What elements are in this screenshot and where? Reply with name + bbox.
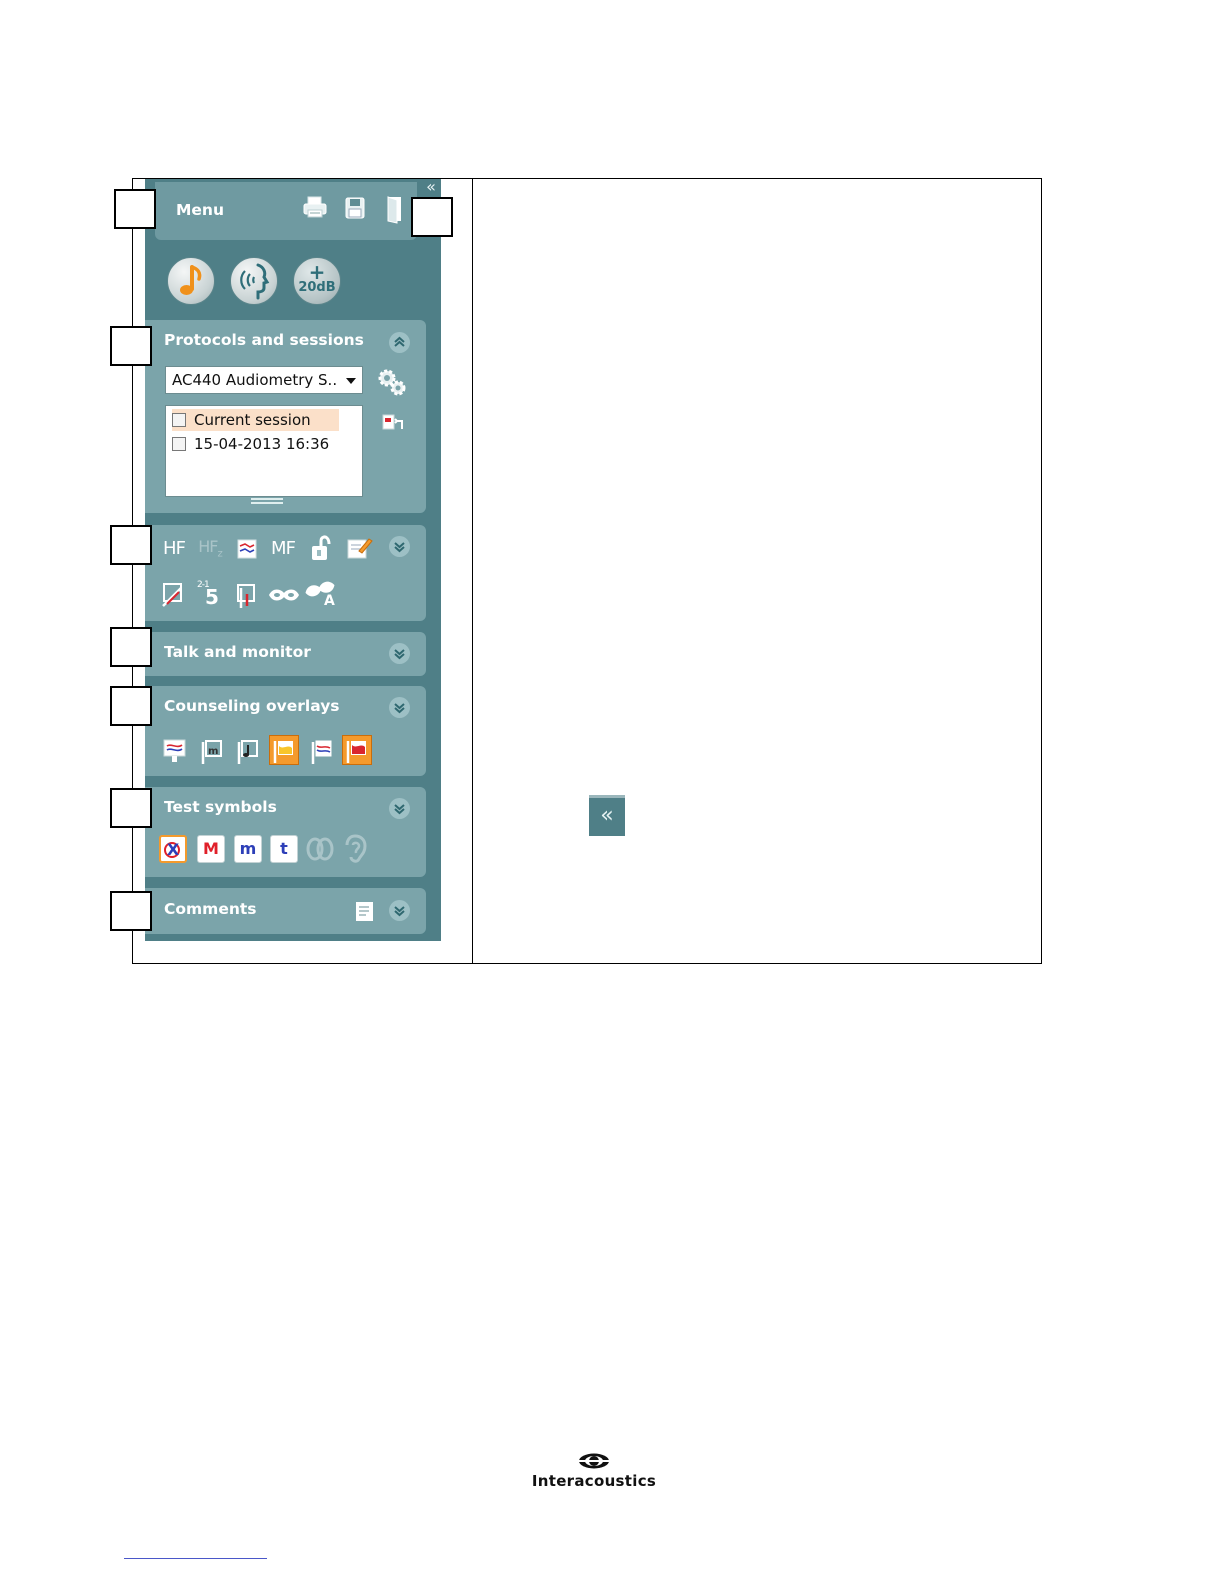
master-hearing-aid-button[interactable] [342,735,372,765]
expand-panel-button[interactable]: « [589,795,625,836]
notes-icon[interactable] [354,900,376,924]
dropdown-arrow-icon [346,378,356,384]
mf-button[interactable]: MF [269,535,297,563]
talk-monitor-expand-chevron[interactable] [389,643,410,664]
talk-monitor-section: Talk and monitor [145,632,426,676]
restore-session-icon[interactable] [381,412,407,434]
chevron-down-icon [394,804,405,815]
stenger-button[interactable]: 2-1 5 [197,579,227,609]
symbol-m-upper-label: M [203,839,219,858]
speaking-head-icon [240,263,270,300]
binaural-ear-icon[interactable] [305,835,335,863]
menu-label[interactable]: Menu [176,201,224,219]
session-row-history[interactable]: 15-04-2013 16:36 [172,433,329,455]
session-checkbox[interactable] [172,413,186,427]
plus-20db-plus: + [308,260,326,284]
tools-expand-chevron[interactable] [389,536,410,557]
hfz-label: HF [198,537,218,556]
symbol-t-label: t [280,839,288,858]
collapse-panel-button[interactable]: « [421,179,441,197]
chevron-down-icon [394,906,405,917]
normal-hearing-overlay-icon[interactable] [307,736,335,766]
callout-box-comments [110,891,152,931]
hearing-loss-simulator-button[interactable] [269,735,299,765]
counseling-title[interactable]: Counseling overlays [164,697,340,715]
gears-settings-icon[interactable] [375,366,409,398]
hf-button[interactable]: HF [160,535,188,563]
hfz-button[interactable]: HFz [196,533,224,561]
overlay-chart-icon [273,741,293,763]
comments-expand-chevron[interactable] [389,900,410,921]
counseling-section: Counseling overlays m [145,686,426,776]
test-symbols-expand-chevron[interactable] [389,798,410,819]
callout-box-test-symbols [110,788,152,828]
printer-icon[interactable] [302,195,328,221]
patient-monitor-icon[interactable] [161,737,189,765]
protocol-dropdown-value: AC440 Audiometry S.. [172,371,338,389]
svg-text:m: m [208,746,218,757]
callout-box-exit [411,197,453,237]
protocols-collapse-chevron[interactable] [389,332,410,353]
overlay-red-chart-icon [346,741,366,763]
session-checkbox[interactable] [172,437,186,451]
edit-notes-icon[interactable] [345,535,373,561]
callout-box-talk-monitor [110,627,152,667]
tools-section: HF HFz MF 2-1 5 A [145,525,426,621]
stenger-main: 5 [205,585,219,609]
symbol-m-lower-label: m [239,839,257,858]
speech-audiometry-button[interactable] [230,257,278,305]
brand-name: Interacoustics [531,1472,657,1490]
plus-20db-label: 20dB [298,280,336,295]
protocols-title[interactable]: Protocols and sessions [164,331,364,349]
counseling-expand-chevron[interactable] [389,697,410,718]
symbol-m-upper-button[interactable]: M [197,835,225,863]
callout-box-protocols [110,326,152,366]
music-note-icon [180,265,202,295]
chevron-down-icon [394,542,405,553]
comments-title[interactable]: Comments [164,900,257,918]
protocols-section: Protocols and sessions AC440 Audiometry … [145,320,426,513]
talk-monitor-title[interactable]: Talk and monitor [164,643,311,661]
symbol-x-label: X [166,840,180,859]
session-list[interactable]: Current session 15-04-2013 16:36 [165,405,363,497]
chevron-up-icon [394,336,405,347]
chevron-down-icon [394,703,405,714]
auto-masking-a-mark: A [324,593,335,609]
unlock-icon[interactable] [308,533,334,563]
exit-door-icon[interactable] [385,194,405,224]
ear-icon[interactable] [343,833,369,865]
callout-box-counseling [110,686,152,726]
session-label: Current session [194,411,311,429]
menu-bar: Menu [155,182,417,240]
callout-box-tools [110,525,152,565]
symbol-x-button[interactable]: X [159,835,187,863]
interacoustics-logo-icon [579,1453,609,1469]
symbol-m-lower-button[interactable]: m [234,835,262,863]
binaural-transducer-icon[interactable] [233,580,261,610]
chevron-down-icon [394,649,405,660]
sound-examples-icon[interactable] [233,736,261,766]
callout-box-menu [114,189,156,229]
document-divider [472,178,473,964]
masking-icon[interactable] [267,583,301,607]
brand-logo: Interacoustics [524,1452,664,1490]
symbol-t-button[interactable]: t [270,835,298,863]
audiogram-graph-icon[interactable] [235,537,259,561]
test-symbols-title[interactable]: Test symbols [164,798,277,816]
session-list-resize-grip[interactable] [251,498,283,504]
tone-audiometry-button[interactable] [167,257,215,305]
comments-section: Comments [145,888,426,934]
plus-20db-button[interactable]: + 20dB [293,257,341,305]
footer-link-underline [124,1558,267,1559]
session-label: 15-04-2013 16:36 [194,435,330,453]
save-icon[interactable] [344,196,366,220]
hfz-subscript: z [217,548,222,560]
protocol-dropdown[interactable]: AC440 Audiometry S.. [165,366,363,394]
session-row-current[interactable]: Current session [172,409,339,431]
speech-banana-icon[interactable]: m [197,736,225,766]
test-symbols-section: Test symbols X M m t [145,787,426,877]
transducer-switch-icon[interactable] [159,580,187,610]
